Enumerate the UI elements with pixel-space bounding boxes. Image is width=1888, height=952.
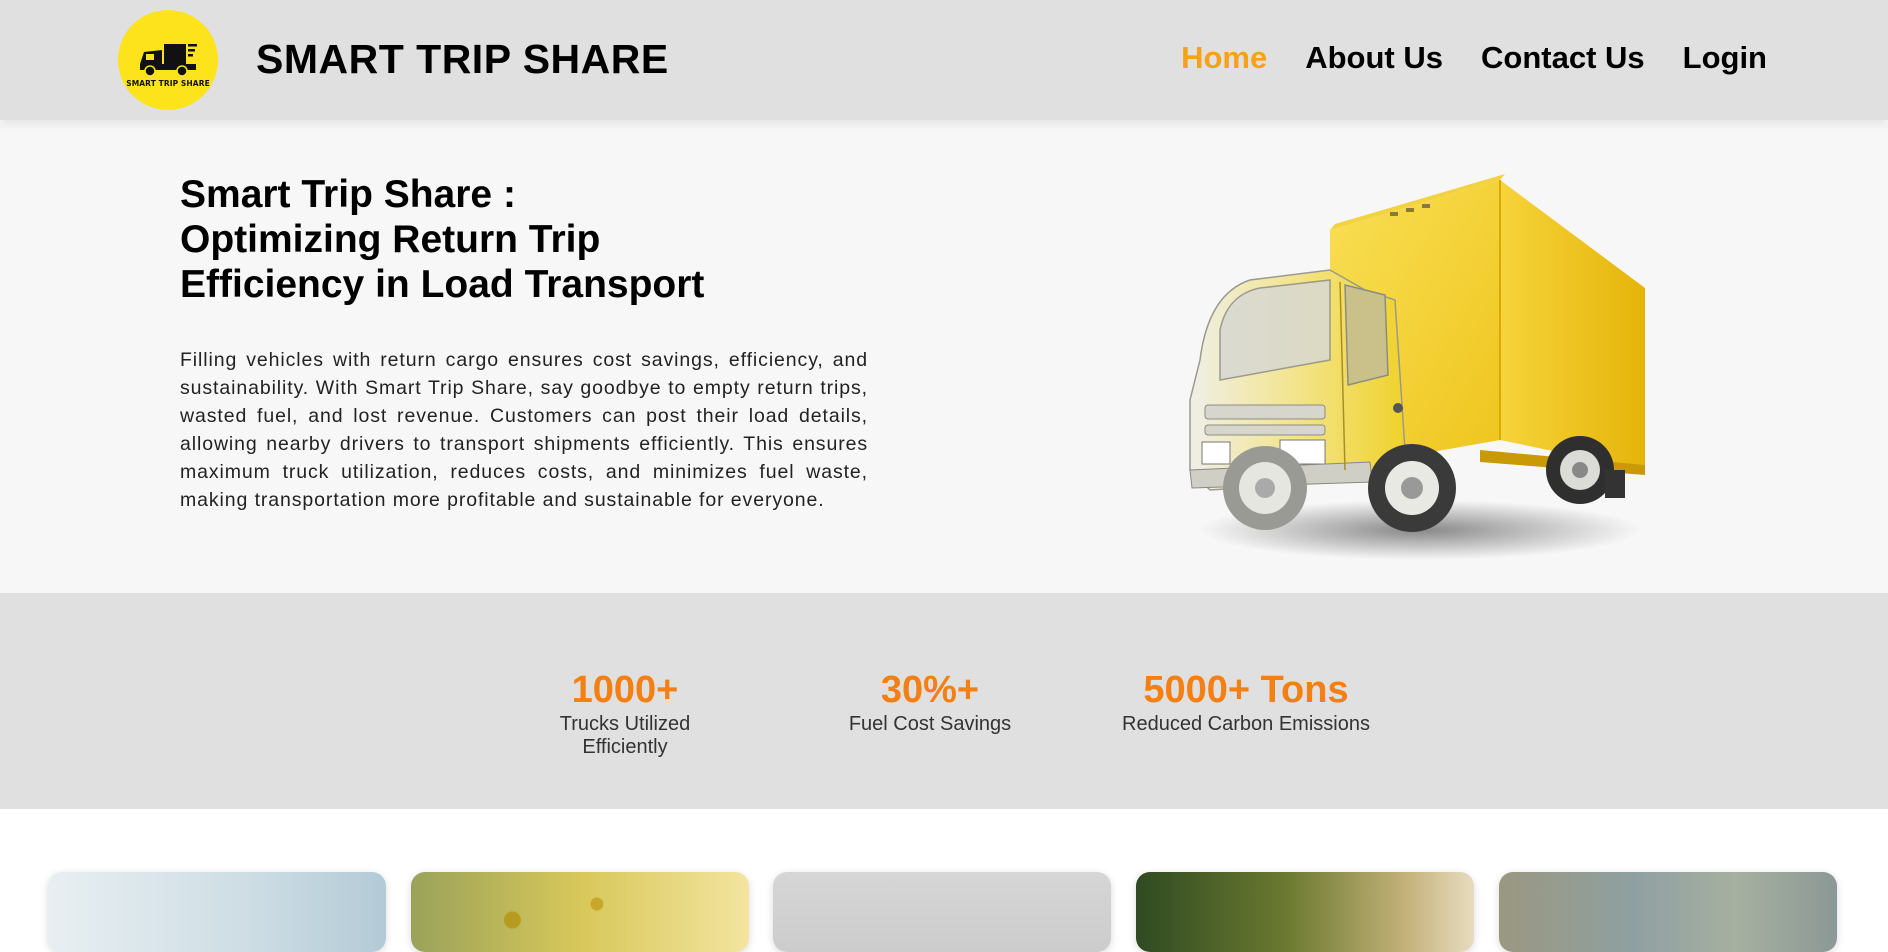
stat-label: Reduced Carbon Emissions xyxy=(1122,713,1370,735)
truck-logo-icon xyxy=(140,44,197,77)
feature-card[interactable] xyxy=(773,872,1111,952)
stat-trucks: 1000+ Trucks Utilized Efficiently xyxy=(515,669,735,759)
stat-value: 30%+ xyxy=(880,669,980,711)
stat-fuel: 30%+ Fuel Cost Savings xyxy=(840,669,1020,736)
hero-truck-image xyxy=(1180,170,1660,570)
feature-card[interactable] xyxy=(1499,872,1837,952)
stats-section: 1000+ Trucks Utilized Efficiently 30%+ F… xyxy=(0,593,1888,809)
feature-card[interactable] xyxy=(48,872,386,952)
main-nav: Home About Us Contact Us Login xyxy=(1181,40,1767,76)
nav-home[interactable]: Home xyxy=(1181,40,1267,76)
stat-label: Trucks Utilized Efficiently xyxy=(559,713,691,758)
hero-description: Filling vehicles with return cargo ensur… xyxy=(180,349,868,511)
logo-text: SMART TRIP SHARE xyxy=(126,79,210,88)
nav-about-us[interactable]: About Us xyxy=(1305,40,1443,76)
feature-card[interactable] xyxy=(411,872,749,952)
feature-cards xyxy=(0,809,1888,952)
hero-title: Smart Trip Share : Optimizing Return Tri… xyxy=(180,172,780,307)
hero-section: Smart Trip Share : Optimizing Return Tri… xyxy=(0,120,1888,593)
stat-label: Fuel Cost Savings xyxy=(848,713,1012,735)
brand-title[interactable]: SMART TRIP SHARE xyxy=(256,36,669,83)
hero-title-line: Smart Trip Share : xyxy=(180,173,516,216)
nav-login[interactable]: Login xyxy=(1683,40,1767,76)
nav-contact-us[interactable]: Contact Us xyxy=(1481,40,1645,76)
logo[interactable]: SMART TRIP SHARE xyxy=(118,10,218,110)
stat-value: 1000+ xyxy=(571,669,679,711)
hero-title-line: Optimizing Return Trip xyxy=(180,218,601,261)
feature-card[interactable] xyxy=(1136,872,1474,952)
hero-title-line: Efficiency in Load Transport xyxy=(180,263,705,306)
yellow-truck-icon xyxy=(1189,174,1645,560)
stat-value: 5000+ Tons xyxy=(1143,669,1349,711)
stat-emissions: 5000+ Tons Reduced Carbon Emissions xyxy=(1116,669,1376,736)
site-header: SMART TRIP SHARE SMART TRIP SHARE Home A… xyxy=(0,0,1888,120)
